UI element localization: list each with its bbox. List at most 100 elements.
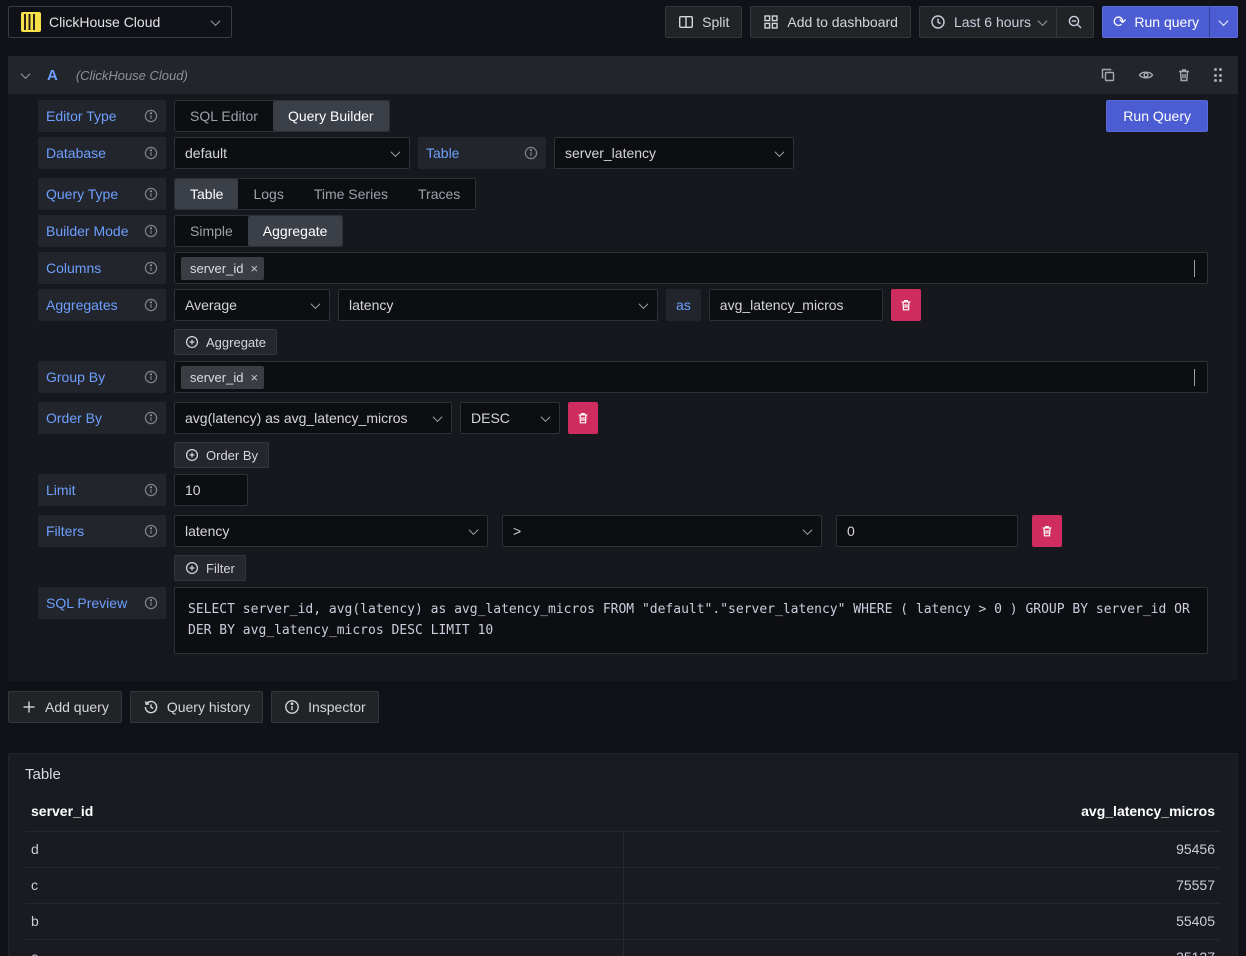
plus-circle-icon — [185, 335, 199, 349]
chevron-down-icon — [1219, 16, 1229, 26]
chevron-down-icon — [1038, 16, 1048, 26]
add-to-dashboard-button[interactable]: Add to dashboard — [750, 6, 911, 38]
group-by-multiselect[interactable]: server_id × — [174, 361, 1208, 393]
add-aggregate-button[interactable]: Aggregate — [174, 329, 277, 355]
query-row-header[interactable]: A (ClickHouse Cloud) — [8, 56, 1238, 94]
builder-mode-row: Builder Mode Simple Aggregate — [38, 215, 1208, 247]
inspector-button[interactable]: Inspector — [271, 691, 379, 723]
add-filter-button[interactable]: Filter — [174, 555, 246, 581]
remove-chip-icon[interactable]: × — [250, 371, 258, 384]
filter-column-value: latency — [185, 523, 229, 539]
query-type-option-table[interactable]: Table — [175, 179, 238, 209]
split-button[interactable]: Split — [665, 6, 742, 38]
delete-query-icon[interactable] — [1174, 65, 1194, 85]
order-by-label-box: Order By — [38, 402, 166, 434]
info-icon[interactable] — [144, 370, 158, 384]
builder-mode-radio-group: Simple Aggregate — [174, 215, 343, 247]
info-icon[interactable] — [144, 146, 158, 160]
info-icon[interactable] — [144, 483, 158, 497]
drag-handle-icon[interactable] — [1212, 66, 1225, 84]
query-type-option-time-series[interactable]: Time Series — [299, 179, 403, 209]
limit-row: Limit 10 — [38, 474, 1208, 506]
aggregate-function-value: Average — [185, 297, 237, 313]
time-range-button[interactable]: Last 6 hours — [920, 7, 1056, 37]
order-by-label: Order By — [46, 410, 102, 426]
info-icon[interactable] — [144, 298, 158, 312]
time-picker-group: Last 6 hours — [919, 6, 1094, 38]
query-type-option-traces[interactable]: Traces — [403, 179, 475, 209]
remove-filter-button[interactable] — [1032, 515, 1062, 547]
query-type-option-logs[interactable]: Logs — [238, 179, 298, 209]
info-icon[interactable] — [144, 411, 158, 425]
table-row[interactable]: c 75557 — [25, 867, 1221, 903]
duplicate-query-icon[interactable] — [1098, 65, 1118, 85]
editor-run-query-button[interactable]: Run Query — [1106, 100, 1208, 132]
aggregate-alias-input[interactable]: avg_latency_micros — [709, 289, 883, 321]
editor-type-label-box: Editor Type — [38, 100, 166, 132]
chevron-down-icon — [639, 299, 649, 309]
columns-multiselect[interactable]: server_id × — [174, 252, 1208, 284]
limit-input[interactable]: 10 — [174, 474, 248, 506]
aggregate-function-select[interactable]: Average — [174, 289, 330, 321]
order-by-row: Order By avg(latency) as avg_latency_mic… — [38, 402, 1208, 434]
clickhouse-logo-icon — [21, 12, 41, 32]
columns-row: Columns server_id × — [38, 252, 1208, 284]
info-icon[interactable] — [524, 146, 538, 160]
info-icon[interactable] — [144, 596, 158, 610]
builder-mode-label: Builder Mode — [46, 223, 129, 239]
order-by-field-select[interactable]: avg(latency) as avg_latency_micros — [174, 402, 452, 434]
remove-chip-icon[interactable]: × — [250, 262, 258, 275]
editor-type-option-sql-editor[interactable]: SQL Editor — [175, 101, 273, 131]
aggregate-column-select[interactable]: latency — [338, 289, 658, 321]
table-row[interactable]: a 35127 — [25, 939, 1221, 956]
zoom-out-time-button[interactable] — [1056, 7, 1093, 37]
order-by-direction-value: DESC — [471, 410, 510, 426]
table-panel-title: Table — [25, 766, 1221, 783]
filters-label-box: Filters — [38, 515, 166, 547]
explore-toolbar: ClickHouse Cloud Split Add to dashboard … — [0, 0, 1246, 44]
filter-operator-select[interactable]: > — [502, 515, 822, 547]
editor-type-option-query-builder[interactable]: Query Builder — [273, 101, 389, 131]
info-icon[interactable] — [144, 261, 158, 275]
history-icon — [143, 699, 159, 715]
datasource-picker[interactable]: ClickHouse Cloud — [8, 6, 232, 38]
add-order-by-button[interactable]: Order By — [174, 442, 269, 468]
info-icon[interactable] — [144, 187, 158, 201]
run-query-dropdown-button[interactable] — [1209, 7, 1237, 37]
filter-value-input[interactable]: 0 — [836, 515, 1018, 547]
chevron-down-icon — [541, 412, 551, 422]
chevron-down-icon — [1194, 260, 1195, 277]
toolbar-actions: Split Add to dashboard Last 6 hours ⟳ Ru… — [665, 6, 1238, 38]
columns-label-box: Columns — [38, 252, 166, 284]
database-select[interactable]: default — [174, 137, 410, 169]
builder-mode-option-simple[interactable]: Simple — [175, 216, 248, 246]
chevron-down-icon — [469, 525, 479, 535]
info-icon[interactable] — [144, 524, 158, 538]
add-aggregate-label: Aggregate — [206, 335, 266, 350]
table-row[interactable]: b 55405 — [25, 903, 1221, 939]
filter-column-select[interactable]: latency — [174, 515, 488, 547]
column-header-avg-latency-micros[interactable]: avg_latency_micros — [623, 803, 1215, 819]
table-row[interactable]: d 95456 — [25, 831, 1221, 867]
remove-order-by-button[interactable] — [568, 402, 598, 434]
remove-aggregate-button[interactable] — [891, 289, 921, 321]
database-label-box: Database — [38, 137, 166, 169]
group-by-label-box: Group By — [38, 361, 166, 393]
hide-response-eye-icon[interactable] — [1136, 65, 1156, 85]
column-header-server-id[interactable]: server_id — [31, 803, 623, 819]
info-icon[interactable] — [144, 109, 158, 123]
run-query-button[interactable]: ⟳ Run query — [1103, 7, 1209, 37]
add-query-button[interactable]: Add query — [8, 691, 122, 723]
editor-type-row: Editor Type SQL Editor Query Builder Run… — [38, 100, 1208, 132]
info-icon[interactable] — [144, 224, 158, 238]
query-history-button[interactable]: Query history — [130, 691, 263, 723]
database-value: default — [185, 145, 227, 161]
split-label: Split — [702, 14, 729, 30]
aggregates-label: Aggregates — [46, 297, 118, 313]
collapse-chevron-icon[interactable] — [21, 69, 31, 79]
table-select[interactable]: server_latency — [554, 137, 794, 169]
database-label: Database — [46, 145, 106, 161]
add-order-by-label: Order By — [206, 448, 258, 463]
builder-mode-option-aggregate[interactable]: Aggregate — [248, 216, 343, 246]
order-by-direction-select[interactable]: DESC — [460, 402, 560, 434]
